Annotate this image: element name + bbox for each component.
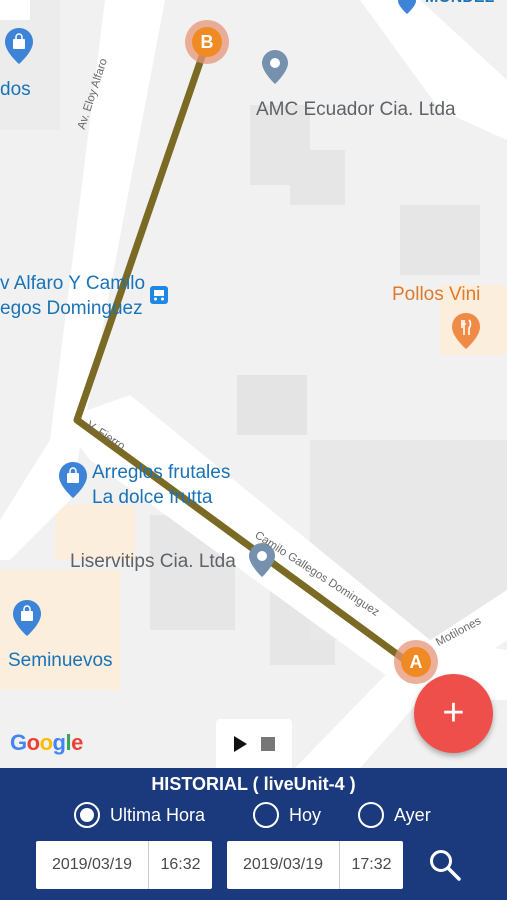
radio-unchecked-icon <box>253 802 279 828</box>
route-start-label: A <box>401 647 431 677</box>
from-date-input[interactable]: 2019/03/19 <box>36 841 149 889</box>
map-pin-icon[interactable] <box>398 0 416 14</box>
poi-label: Arreglos frutales <box>92 462 231 483</box>
poi-label: Pollos Vini <box>392 284 481 305</box>
poi-label: dos <box>0 79 31 100</box>
to-date-input[interactable]: 2019/03/19 <box>227 841 340 889</box>
poi-label: Seminuevos <box>8 650 113 671</box>
google-logo: Google <box>10 730 83 755</box>
map-view[interactable]: dos AMC Ecuador Cia. Ltda v Alfaro Y Cam… <box>0 0 507 768</box>
route-end-marker[interactable]: B <box>185 20 229 64</box>
panel-title: HISTORIAL ( liveUnit-4 ) <box>151 774 356 794</box>
radio-label: Hoy <box>289 804 322 825</box>
play-icon[interactable] <box>233 735 247 752</box>
add-fab-button[interactable]: + <box>414 674 493 753</box>
to-datetime-field: 2019/03/19 17:32 <box>227 841 403 889</box>
radio-ultima-hora[interactable]: Ultima Hora <box>74 802 205 828</box>
range-options: Ultima Hora Hoy Ayer <box>0 802 507 834</box>
poi-label: egos Dominguez <box>0 298 143 319</box>
poi-label: MONDEL <box>425 0 494 10</box>
poi-label: v Alfaro Y Camilo <box>0 273 146 294</box>
radio-label: Ultima Hora <box>110 804 206 825</box>
bus-stop-icon[interactable] <box>149 285 169 305</box>
route-end-label: B <box>192 27 222 57</box>
from-time-input[interactable]: 16:32 <box>149 841 212 889</box>
shopping-bag-icon[interactable] <box>5 28 33 64</box>
from-datetime-field: 2019/03/19 16:32 <box>36 841 212 889</box>
poi-label: La dolce frutta <box>92 487 213 508</box>
restaurant-icon[interactable] <box>452 313 480 349</box>
stop-icon[interactable] <box>260 736 275 751</box>
poi-label: AMC Ecuador Cia. Ltda <box>256 99 456 120</box>
radio-label: Ayer <box>394 804 431 825</box>
playback-controls <box>216 719 292 768</box>
search-icon[interactable] <box>428 848 462 882</box>
poi-label: Liservitips Cia. Ltda <box>70 551 236 572</box>
shopping-bag-icon[interactable] <box>59 462 87 498</box>
route-start-marker[interactable]: A <box>394 640 438 684</box>
history-panel: HISTORIAL ( liveUnit-4 ) Ultima Hora Hoy… <box>0 768 507 900</box>
map-pin-icon[interactable] <box>262 50 288 84</box>
shopping-bag-icon[interactable] <box>13 600 41 636</box>
radio-ayer[interactable]: Ayer <box>358 802 431 828</box>
radio-unchecked-icon <box>358 802 384 828</box>
radio-hoy[interactable]: Hoy <box>253 802 321 828</box>
radio-checked-icon <box>74 802 100 828</box>
to-time-input[interactable]: 17:32 <box>340 841 403 889</box>
